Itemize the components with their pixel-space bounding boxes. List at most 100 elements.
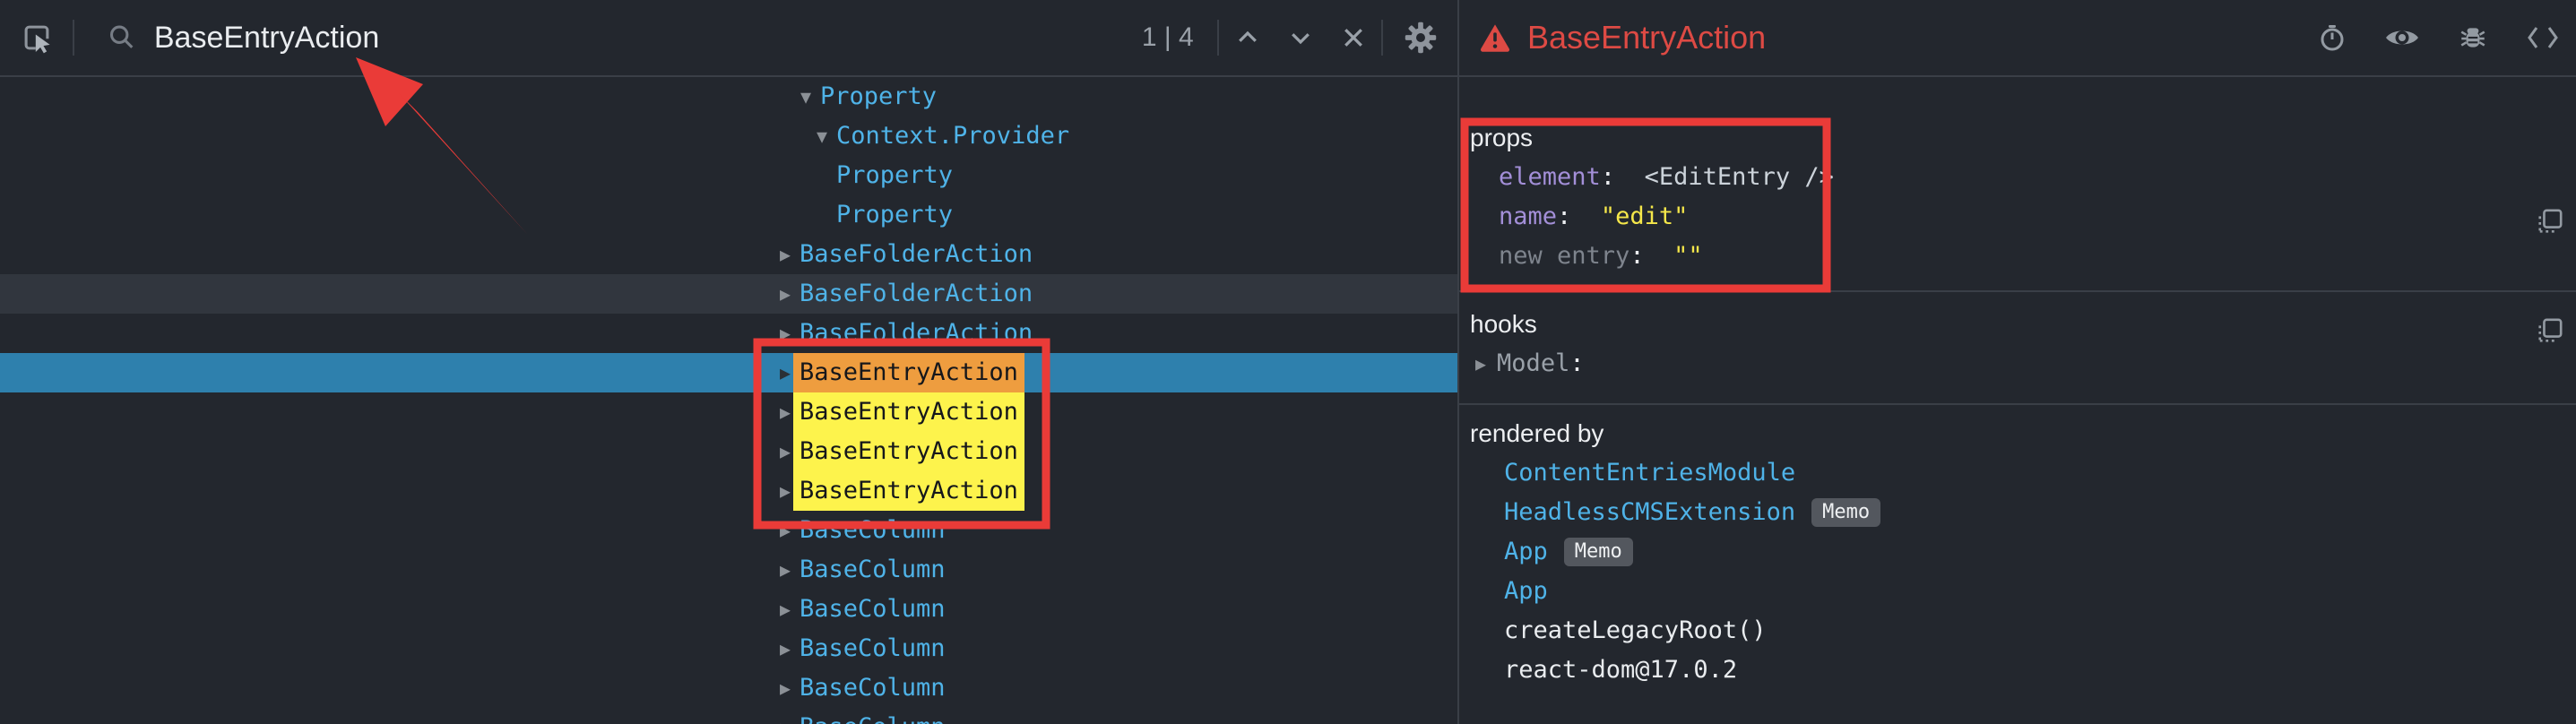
search-icon <box>106 22 137 54</box>
rendered-by-row: App <box>1459 572 2576 611</box>
prop-value[interactable]: "" <box>1673 242 1703 270</box>
view-source-button[interactable] <box>2526 24 2560 51</box>
inspect-element-button[interactable] <box>0 21 73 55</box>
stopwatch-icon <box>2318 23 2347 52</box>
memo-badge: Memo <box>1564 538 1633 566</box>
hook-name: Model <box>1497 349 1569 377</box>
owner-link[interactable]: App <box>1504 577 1548 605</box>
hook-colon: : <box>1569 349 1584 377</box>
prop-value[interactable]: "edit" <box>1601 203 1689 230</box>
copy-hooks-button[interactable] <box>2537 317 2563 347</box>
expander-closed-icon[interactable]: ▸ <box>780 590 791 629</box>
expander-closed-icon[interactable]: ▸ <box>780 708 791 724</box>
rendered-by-row: ContentEntriesModule <box>1459 453 2576 493</box>
prop-value[interactable]: <EditEntry /> <box>1645 163 1834 191</box>
component-name: BaseColumn <box>800 550 946 590</box>
tree-row[interactable]: ▸BaseEntryAction <box>0 432 1457 471</box>
owner-link[interactable]: HeadlessCMSExtension <box>1504 498 1795 526</box>
suspend-toggle-button[interactable] <box>2318 23 2347 52</box>
rendered-by-section: rendered by ContentEntriesModule Headless… <box>1459 405 2576 690</box>
toolbar-divider <box>73 20 74 56</box>
component-name: BaseEntryAction <box>793 432 1024 471</box>
tree-row[interactable]: ▸BaseFolderAction <box>0 314 1457 353</box>
tree-row[interactable]: ▸BaseColumn <box>0 590 1457 629</box>
tree-row[interactable]: Property <box>0 156 1457 195</box>
owner-static: createLegacyRoot() <box>1504 616 1767 644</box>
tree-toolbar: 1 | 4 <box>0 0 1457 77</box>
expander-closed-icon[interactable]: ▸ <box>780 668 791 708</box>
expander-closed-icon[interactable]: ▸ <box>780 471 791 511</box>
tree-row[interactable]: ▸BaseColumn <box>0 511 1457 550</box>
gear-icon <box>1404 21 1438 55</box>
expander-closed-icon[interactable]: ▸ <box>780 314 791 353</box>
expander-closed-icon[interactable]: ▸ <box>780 353 791 392</box>
expander-closed-icon[interactable]: ▸ <box>780 274 791 314</box>
owner-link[interactable]: App <box>1504 538 1548 565</box>
expander-closed-icon[interactable]: ▸ <box>780 432 791 471</box>
prop-key: name <box>1499 203 1557 230</box>
component-name: BaseFolderAction <box>800 235 1033 274</box>
rendered-by-row: HeadlessCMSExtension Memo <box>1459 493 2576 532</box>
component-name: Property <box>820 77 937 116</box>
chevron-up-icon <box>1234 24 1261 51</box>
search-result-counter: 1 | 4 <box>1142 22 1194 53</box>
inspect-dom-button[interactable] <box>2384 23 2420 52</box>
props-label: props <box>1459 118 2576 158</box>
tree-row[interactable]: ▸BaseEntryAction <box>0 353 1457 392</box>
expander-closed-icon[interactable]: ▸ <box>780 392 791 432</box>
expander-closed-icon[interactable]: ▸ <box>780 550 791 590</box>
inspector-panel: BaseEntryAction <box>1459 0 2576 724</box>
memo-badge: Memo <box>1811 498 1880 527</box>
rendered-by-label: rendered by <box>1459 414 2576 453</box>
clear-search-button[interactable] <box>1326 24 1381 51</box>
expander-closed-icon[interactable]: ▸ <box>780 235 791 274</box>
expander-open-icon[interactable]: ▾ <box>817 116 827 156</box>
tree-row[interactable]: ▸BaseEntryAction <box>0 392 1457 432</box>
tree-row[interactable]: ▸BaseFolderAction <box>0 274 1457 314</box>
tree-row[interactable]: ▾Context.Provider <box>0 116 1457 156</box>
expander-closed-icon[interactable]: ▸ <box>780 629 791 668</box>
tree-row[interactable]: ▸BaseFolderAction <box>0 235 1457 274</box>
prop-colon: : <box>1557 203 1601 230</box>
tree-row[interactable]: Property <box>0 195 1457 235</box>
selected-component-title: BaseEntryAction <box>1527 19 1766 56</box>
log-component-button[interactable] <box>2458 22 2488 53</box>
copy-icon <box>2537 208 2563 235</box>
inspector-header: BaseEntryAction <box>1459 0 2576 77</box>
hooks-section: hooks ▸Model: <box>1459 292 2576 405</box>
tree-row[interactable]: ▾Property <box>0 77 1457 116</box>
bug-icon <box>2458 22 2488 53</box>
tree-row[interactable]: ▸BaseColumn <box>0 708 1457 724</box>
prop-row[interactable]: element: <EditEntry /> <box>1459 158 2576 197</box>
component-name: BaseColumn <box>800 629 946 668</box>
settings-button[interactable] <box>1383 21 1457 55</box>
previous-result-button[interactable] <box>1219 24 1276 51</box>
hook-row[interactable]: ▸ Model: <box>1459 344 2576 384</box>
expander-closed-icon[interactable]: ▸ <box>780 511 791 550</box>
owner-link[interactable]: ContentEntriesModule <box>1504 459 1795 487</box>
expander-open-icon[interactable]: ▾ <box>800 77 811 116</box>
prop-row[interactable]: new entry: "" <box>1459 237 2576 276</box>
component-name: Property <box>836 195 953 235</box>
owner-static: react-dom@17.0.2 <box>1504 656 1737 684</box>
component-tree-panel: 1 | 4 <box>0 0 1459 724</box>
tree-row[interactable]: ▸BaseColumn <box>0 550 1457 590</box>
close-icon <box>1340 24 1367 51</box>
rendered-by-row: react-dom@17.0.2 <box>1459 651 2576 690</box>
tree-row[interactable]: ▸BaseColumn <box>0 668 1457 708</box>
tree-row[interactable]: ▸BaseColumn <box>0 629 1457 668</box>
next-result-button[interactable] <box>1275 24 1326 51</box>
copy-props-button[interactable] <box>2537 208 2563 237</box>
component-name: BaseEntryAction <box>793 392 1024 432</box>
component-name: BaseFolderAction <box>800 314 1033 353</box>
expander-closed-icon[interactable]: ▸ <box>1475 351 1486 376</box>
component-name: Property <box>836 156 953 195</box>
code-brackets-icon <box>2526 24 2560 51</box>
search-input[interactable] <box>152 20 1142 56</box>
prop-key: new entry <box>1499 242 1629 270</box>
tree-row[interactable]: ▸BaseEntryAction <box>0 471 1457 511</box>
rendered-by-row: App Memo <box>1459 532 2576 572</box>
eye-icon <box>2384 23 2420 52</box>
prop-row[interactable]: name: "edit" <box>1459 197 2576 237</box>
component-name: BaseFolderAction <box>800 274 1033 314</box>
